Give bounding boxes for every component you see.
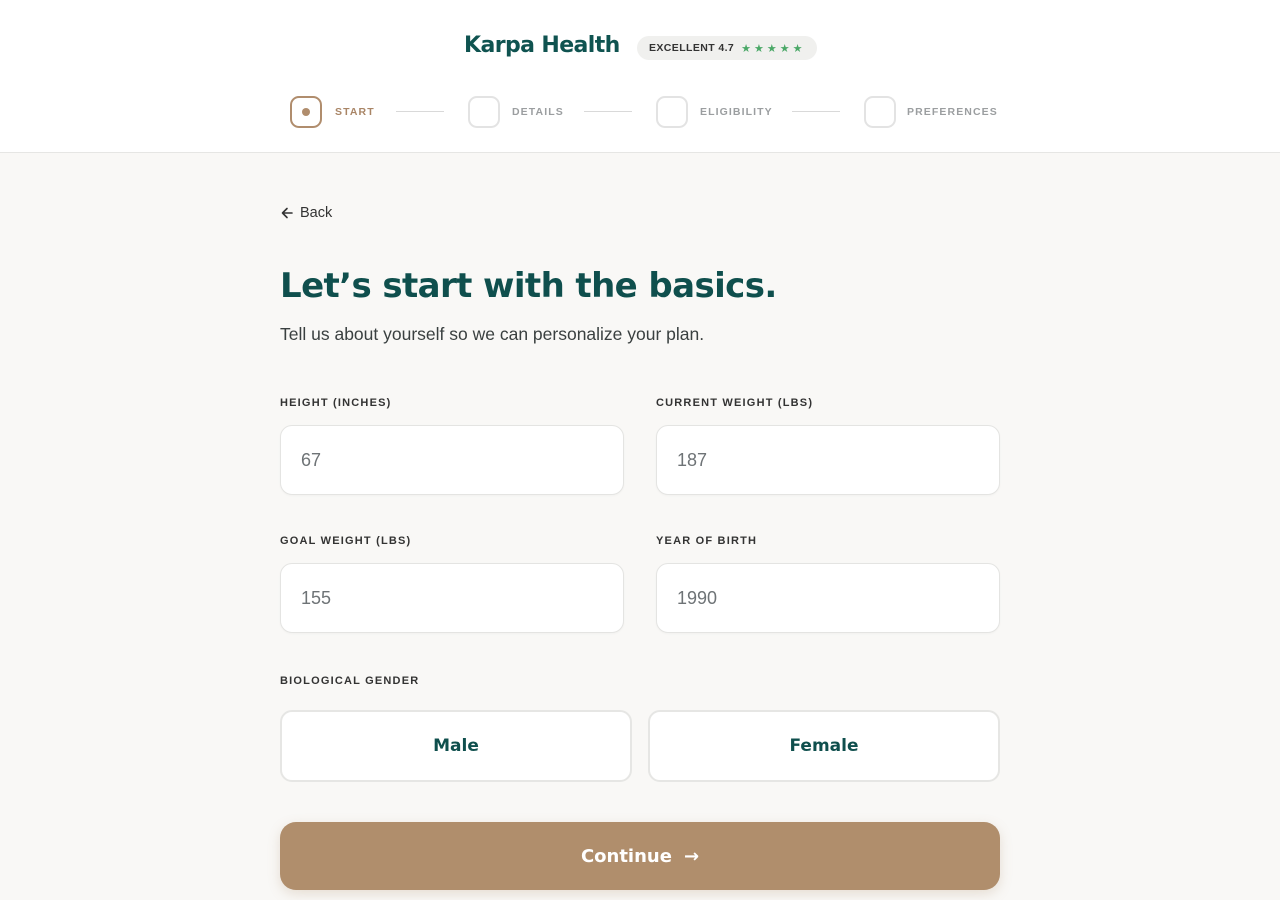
arrow-left-icon [281,207,293,219]
goal-weight-input[interactable] [280,563,624,633]
header: Karpa Health EXCELLENT 4.7 ★★★★★ START D… [0,0,1280,153]
page-title: Let’s start with the basics. [280,266,777,306]
step-eligibility-indicator [656,96,688,128]
back-label: Back [300,205,333,221]
continue-label: Continue [580,845,672,867]
star-icons: ★★★★★ [741,42,806,55]
rating-text: EXCELLENT 4.7 [649,42,735,54]
height-label: HEIGHT (INCHES) [280,397,392,409]
gender-label: BIOLOGICAL GENDER [280,675,420,687]
step-preferences-label: PREFERENCES [907,106,998,118]
rating-badge: EXCELLENT 4.7 ★★★★★ [637,36,817,60]
step-details-indicator [468,96,500,128]
page-subtitle: Tell us about yourself so we can persona… [280,324,705,344]
year-of-birth-input[interactable] [656,563,1000,633]
back-link[interactable]: Back [280,205,332,221]
step-start-label: START [335,106,375,118]
step-connector [396,111,444,112]
active-dot-icon [302,108,310,116]
step-details-label: DETAILS [512,106,564,118]
step-preferences-indicator [864,96,896,128]
step-eligibility-label: ELIGIBILITY [700,106,773,118]
brand-logo[interactable]: Karpa Health [464,33,620,58]
height-input[interactable] [280,425,624,495]
goal-weight-label: GOAL WEIGHT (LBS) [280,535,412,547]
current-weight-input[interactable] [656,425,1000,495]
gender-male-button[interactable]: Male [280,710,632,782]
current-weight-label: CURRENT WEIGHT (LBS) [656,397,814,409]
gender-female-button[interactable]: Female [648,710,1000,782]
progress-stepper: START DETAILS ELIGIBILITY PREFERENCES [0,96,1280,128]
year-of-birth-label: YEAR OF BIRTH [656,535,758,547]
continue-button[interactable]: Continue → [280,822,1000,890]
step-connector [584,111,632,112]
arrow-right-icon: → [683,845,700,867]
step-connector [792,111,840,112]
step-start-indicator [290,96,322,128]
